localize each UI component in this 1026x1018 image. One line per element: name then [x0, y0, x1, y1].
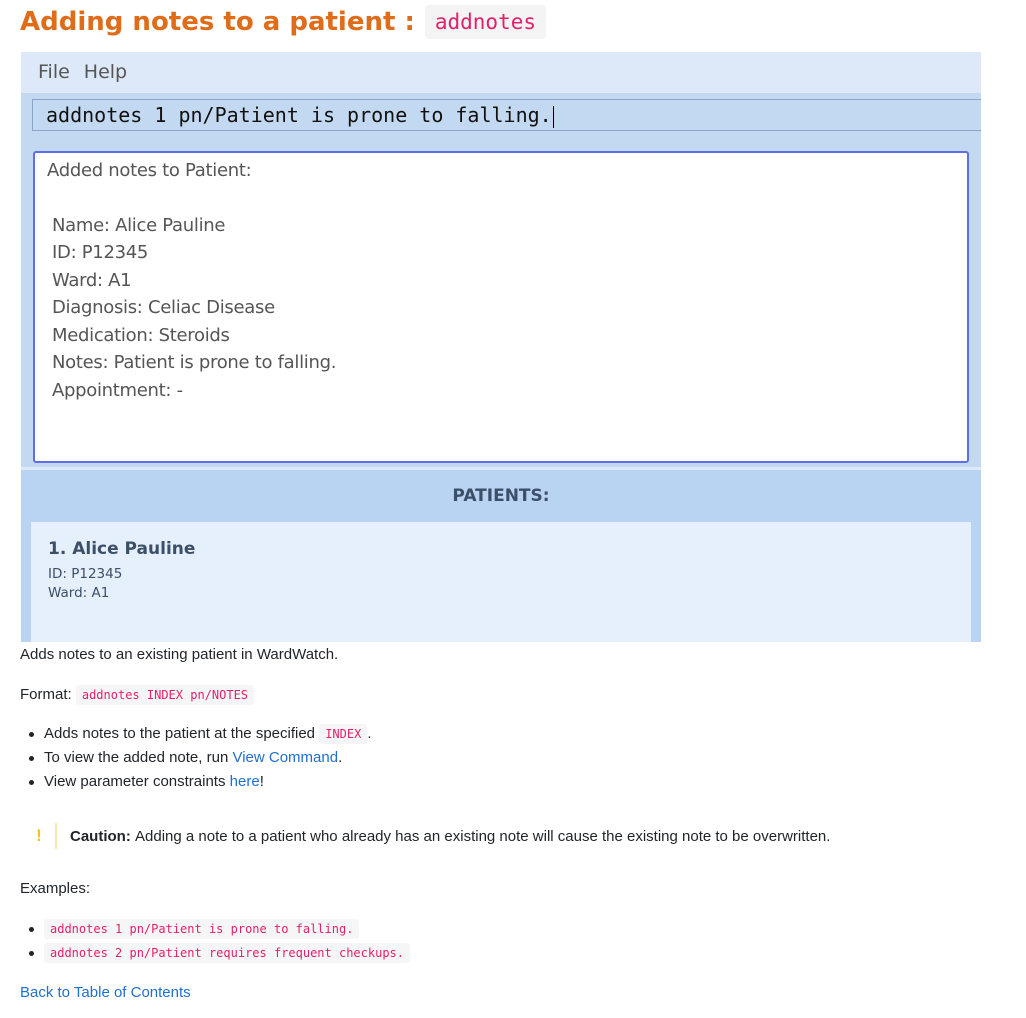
result-blank-line: [47, 185, 955, 212]
examples-label: Examples:: [20, 880, 91, 897]
patient-ward: Ward: A1: [48, 585, 110, 601]
bullet-end: .: [338, 749, 343, 766]
menu-file[interactable]: File: [21, 61, 70, 83]
page-title-command: addnotes: [424, 5, 547, 39]
menu-bar: File Help: [21, 52, 981, 92]
caution-divider: [55, 823, 57, 849]
app-screenshot: File Help addnotes 1 pn/Patient is prone…: [21, 52, 981, 642]
list-item: To view the added note, run View Command…: [20, 746, 372, 770]
command-description: Adds notes to an existing patient in War…: [20, 646, 339, 663]
result-line: Diagnosis: Celiac Disease: [52, 297, 275, 318]
menu-help[interactable]: Help: [70, 61, 127, 83]
example-code: addnotes 2 pn/Patient requires frequent …: [44, 943, 411, 963]
bullet-text: To view the added note, run: [44, 749, 229, 766]
list-item: addnotes 1 pn/Patient is prone to fallin…: [20, 917, 410, 941]
bullet-text: View parameter constraints: [44, 773, 226, 790]
page-title-text: Adding notes to a patient :: [20, 7, 415, 37]
list-item: Adds notes to the patient at the specifi…: [20, 722, 372, 746]
caution-label: Caution:: [70, 827, 131, 845]
patient-name: 1. Alice Pauline: [48, 539, 196, 559]
exclamation-icon: !: [36, 826, 42, 845]
result-text-area[interactable]: Added notes to Patient: Name: Alice Paul…: [33, 151, 969, 463]
text-caret: [552, 105, 554, 128]
patients-panel: PATIENTS: 1. Alice Pauline ID: P12345 Wa…: [21, 470, 981, 642]
result-line: Name: Alice Pauline: [52, 214, 226, 236]
format-code: addnotes INDEX pn/NOTES: [75, 685, 255, 705]
result-line: Notes: Patient is prone to falling.: [52, 352, 337, 373]
back-to-toc-link[interactable]: Back to Table of Contents: [20, 984, 191, 1001]
patient-card[interactable]: 1. Alice Pauline ID: P12345 Ward: A1: [31, 522, 971, 642]
result-line: Appointment: -: [52, 379, 183, 401]
page-title: Adding notes to a patient : addnotes: [20, 2, 547, 42]
notes-list: Adds notes to the patient at the specifi…: [20, 722, 372, 794]
list-item: addnotes 2 pn/Patient requires frequent …: [20, 941, 411, 965]
example-code: addnotes 1 pn/Patient is prone to fallin…: [44, 919, 360, 939]
result-title: Added notes to Patient:: [47, 160, 252, 181]
result-line: Ward: A1: [52, 269, 132, 291]
here-link[interactable]: here: [230, 773, 260, 790]
caution-callout: ! Caution: Adding a note to a patient wh…: [20, 822, 830, 850]
command-box: addnotes 1 pn/Patient is prone to fallin…: [21, 93, 981, 145]
bullet-text: Adds notes to the patient at the specifi…: [44, 725, 316, 742]
command-input[interactable]: addnotes 1 pn/Patient is prone to fallin…: [32, 99, 981, 131]
patients-header: PATIENTS:: [452, 486, 550, 506]
bullet-end: !: [259, 773, 264, 790]
caution-text: Adding a note to a patient who already h…: [135, 827, 831, 845]
format-line: Format: addnotes INDEX pn/NOTES: [20, 685, 255, 705]
result-display: Added notes to Patient: Name: Alice Paul…: [21, 145, 981, 467]
result-line: ID: P12345: [52, 242, 149, 263]
examples-list: addnotes 1 pn/Patient is prone to fallin…: [20, 917, 411, 965]
inline-code: INDEX: [319, 724, 368, 744]
command-input-text: addnotes 1 pn/Patient is prone to fallin…: [46, 103, 552, 127]
format-label: Format:: [20, 686, 72, 703]
list-item: View parameter constraints here!: [20, 770, 372, 794]
patient-id: ID: P12345: [48, 566, 123, 582]
bullet-end: .: [367, 725, 372, 742]
result-line: Medication: Steroids: [52, 324, 230, 346]
view-command-link[interactable]: View Command: [232, 749, 338, 766]
